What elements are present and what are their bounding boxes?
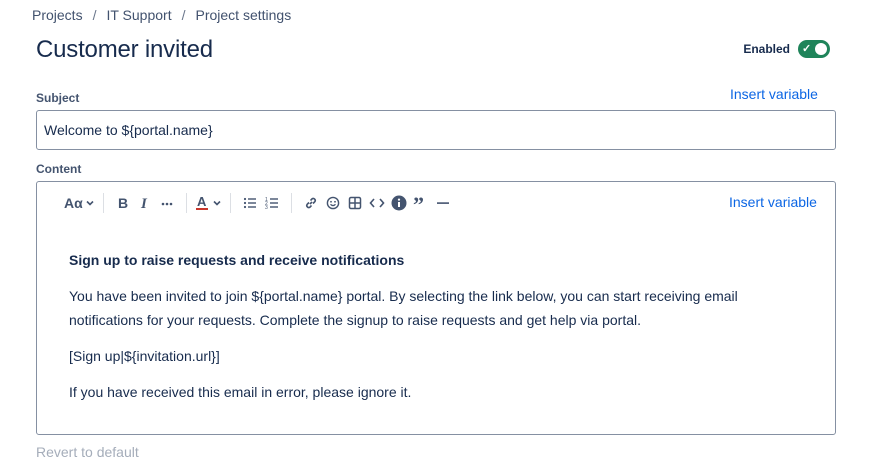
signup-link-markup: [Sign up|${invitation.url}] [69, 348, 220, 364]
more-formatting-button[interactable] [156, 191, 178, 215]
svg-text:A: A [197, 195, 207, 209]
bold-button[interactable]: B [112, 191, 134, 215]
emoji-icon [326, 196, 340, 210]
numbered-list-icon: 123 [265, 197, 278, 210]
svg-text:”: ” [413, 196, 424, 210]
content-paragraph: If you have received this email in error… [69, 384, 412, 400]
toolbar-divider [102, 193, 104, 213]
info-panel-button[interactable] [388, 191, 410, 215]
subject-insert-variable-button[interactable]: Insert variable [730, 86, 818, 102]
toolbar-divider [185, 193, 187, 213]
page-title: Customer invited [36, 36, 213, 63]
text-style-button[interactable]: Aα [64, 191, 95, 215]
table-icon [348, 196, 361, 210]
more-icon [161, 202, 173, 206]
enabled-toggle[interactable]: ✓ [798, 40, 830, 58]
content-editor[interactable]: Aα B I A 123 ” Insert variable Sign up t… [36, 181, 836, 435]
toolbar-divider [229, 193, 231, 213]
chevron-down-icon [86, 200, 94, 206]
check-icon: ✓ [802, 43, 812, 55]
info-panel-icon [391, 195, 407, 211]
link-icon [305, 197, 316, 209]
subject-label: Subject [36, 91, 80, 105]
breadcrumb: Projects / IT Support / Project settings [32, 7, 291, 23]
editor-toolbar: Aα B I A 123 ” [37, 182, 835, 224]
breadcrumb-separator: / [181, 7, 186, 23]
breadcrumb-it-support[interactable]: IT Support [106, 7, 171, 23]
svg-text:I: I [140, 196, 148, 210]
content-heading: Sign up to raise requests and receive no… [69, 252, 405, 268]
italic-button[interactable]: I [134, 191, 156, 215]
revert-to-default-button[interactable]: Revert to default [36, 444, 139, 460]
bullet-list-button[interactable] [239, 191, 261, 215]
bullet-list-icon [243, 197, 256, 209]
breadcrumb-separator: / [92, 7, 97, 23]
content-label: Content [36, 162, 82, 176]
svg-text:3: 3 [265, 205, 268, 210]
quote-button[interactable]: ” [410, 191, 432, 215]
divider-icon [436, 202, 449, 204]
editor-content[interactable]: Sign up to raise requests and receive no… [69, 248, 789, 416]
subject-input[interactable] [36, 110, 836, 150]
content-paragraph: You have been invited to join ${portal.n… [69, 288, 738, 328]
svg-text:B: B [118, 196, 128, 210]
quote-icon: ” [413, 196, 424, 210]
bold-icon: B [118, 196, 128, 210]
text-color-button[interactable]: A [195, 191, 222, 215]
numbered-list-button[interactable]: 123 [261, 191, 283, 215]
enabled-label: Enabled [743, 42, 790, 56]
table-button[interactable] [344, 191, 366, 215]
text-color-icon: A [195, 195, 208, 210]
text-style-icon: Aα [64, 195, 83, 211]
code-button[interactable] [366, 191, 388, 215]
breadcrumb-project-settings[interactable]: Project settings [195, 7, 291, 23]
breadcrumb-projects[interactable]: Projects [32, 7, 83, 23]
enabled-toggle-group: Enabled ✓ [743, 40, 830, 58]
divider-button[interactable] [432, 191, 454, 215]
chevron-down-icon [213, 200, 221, 206]
italic-icon: I [140, 196, 148, 210]
content-insert-variable-button[interactable]: Insert variable [729, 194, 817, 210]
link-button[interactable] [300, 191, 322, 215]
emoji-button[interactable] [322, 191, 344, 215]
code-icon [369, 198, 385, 208]
toolbar-divider [290, 193, 292, 213]
toggle-knob [815, 43, 827, 55]
